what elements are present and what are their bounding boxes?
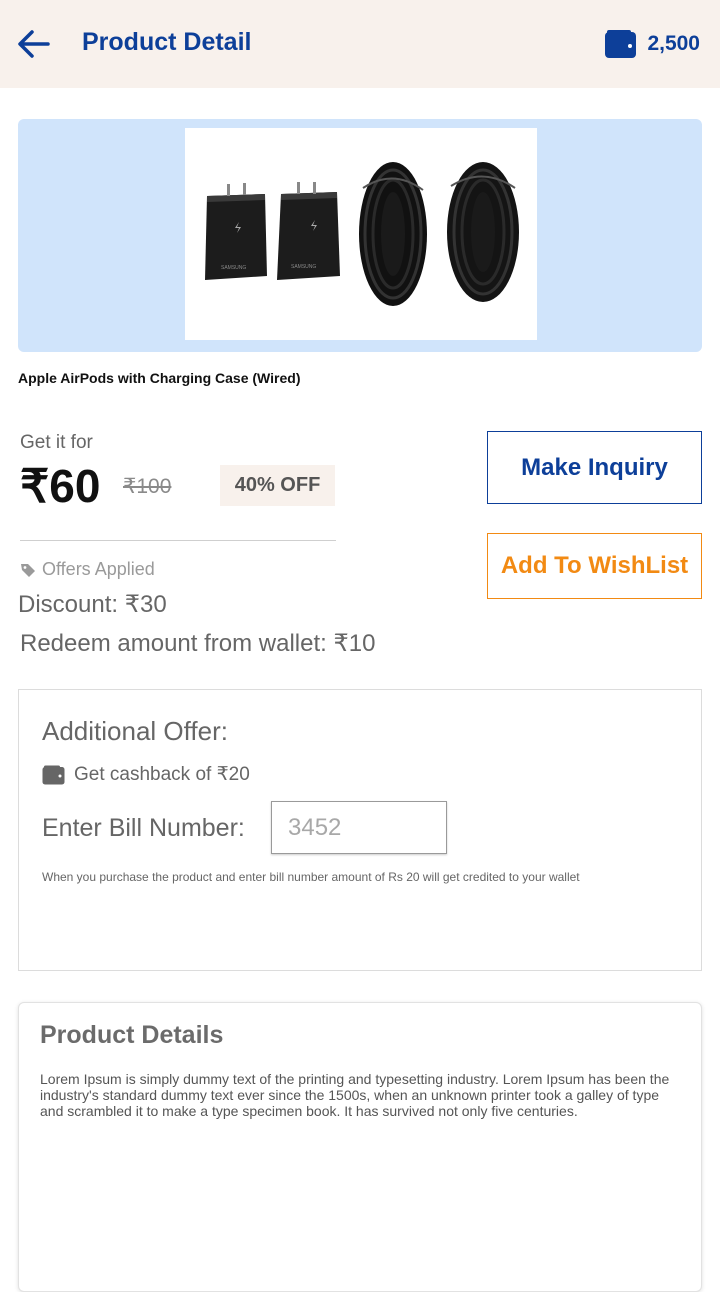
offers-applied-row: Offers Applied (20, 559, 155, 580)
product-image: SAMSUNG SAMSUNG (185, 128, 537, 340)
bill-number-label: Enter Bill Number: (42, 814, 245, 842)
additional-offer-title: Additional Offer: (42, 716, 228, 746)
wallet-balance: 2,500 (647, 32, 700, 55)
arrow-left-icon (18, 30, 50, 58)
wallet-icon (42, 765, 65, 784)
svg-text:SAMSUNG: SAMSUNG (221, 265, 246, 271)
cashback-text: Get cashback of ₹20 (74, 764, 250, 785)
cashback-row: Get cashback of ₹20 (42, 763, 250, 786)
tag-icon (21, 563, 35, 577)
get-it-for-label: Get it for (20, 432, 93, 453)
back-button[interactable] (14, 24, 54, 64)
product-name: Apple AirPods with Charging Case (Wired) (18, 370, 301, 386)
additional-offer-box: Additional Offer: Get cashback of ₹20 En… (18, 689, 702, 971)
redeem-text: Redeem amount from wallet: ₹10 (20, 630, 376, 657)
page-title: Product Detail (82, 28, 252, 56)
original-price: ₹100 (123, 475, 172, 498)
product-details-card: Product Details Lorem Ipsum is simply du… (18, 1002, 702, 1292)
svg-text:SAMSUNG: SAMSUNG (291, 264, 316, 270)
wallet-balance-button[interactable]: 2,500 (604, 28, 700, 60)
make-inquiry-button[interactable]: Make Inquiry (487, 431, 702, 504)
offers-applied-label: Offers Applied (42, 559, 155, 579)
bill-note: When you purchase the product and enter … (42, 870, 580, 884)
discount-text: Discount: ₹30 (18, 591, 167, 618)
current-price: ₹60 (20, 460, 101, 512)
add-to-wishlist-button[interactable]: Add To WishList (487, 533, 702, 599)
divider (20, 540, 336, 541)
bill-number-input[interactable] (271, 801, 447, 854)
product-image-card: SAMSUNG SAMSUNG (18, 119, 702, 352)
wallet-icon (605, 30, 637, 58)
product-details-body: Lorem Ipsum is simply dummy text of the … (40, 1071, 670, 1119)
app-header: Product Detail 2,500 (0, 0, 720, 88)
discount-badge: 40% OFF (220, 465, 335, 506)
product-details-title: Product Details (40, 1021, 224, 1049)
